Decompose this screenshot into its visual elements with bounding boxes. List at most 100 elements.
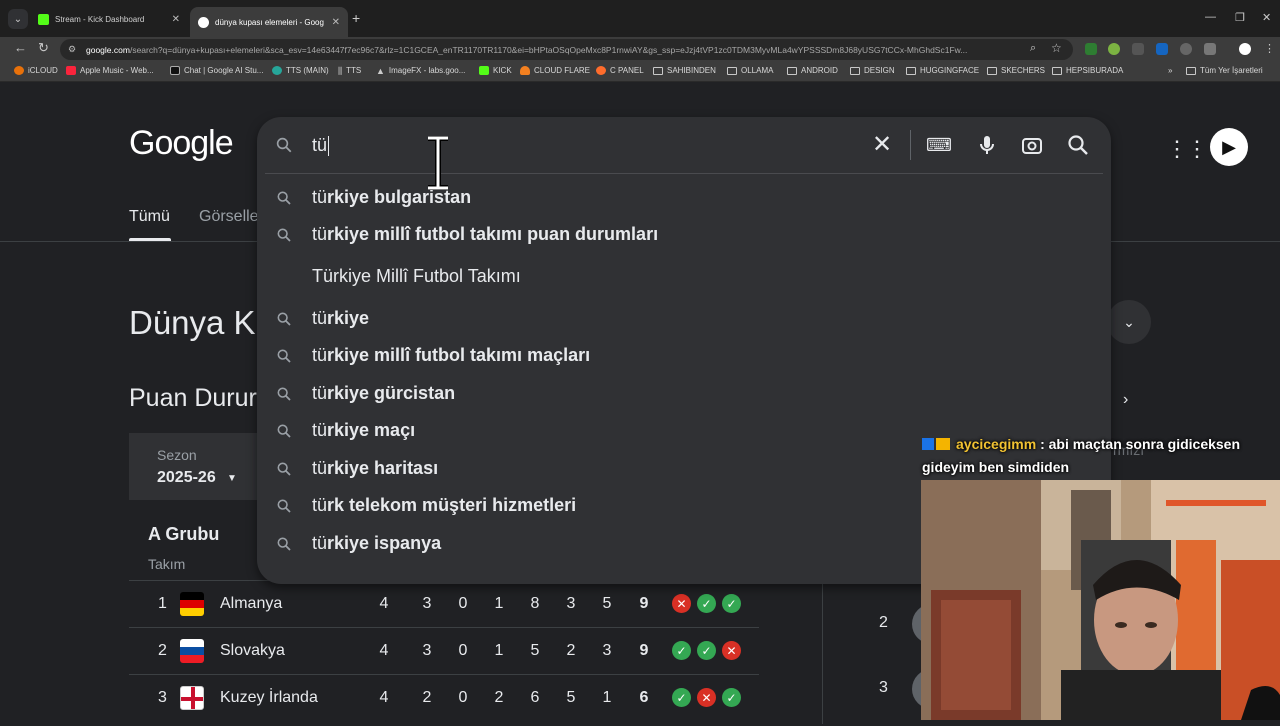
side-rank: 2 [879, 614, 888, 631]
tab-kick-dashboard[interactable]: Stream - Kick Dashboard ✕ [30, 7, 188, 31]
win-icon[interactable]: ✓ [697, 594, 716, 613]
suggestion-item[interactable]: türkiye millî futbol takımı puan durumla… [257, 216, 1111, 253]
bookmark-folder[interactable]: SKECHERS [987, 66, 1045, 75]
win-icon[interactable]: ✓ [697, 641, 716, 660]
suggestion-item[interactable]: türkiye bulgaristan [257, 179, 1111, 216]
table-row[interactable]: 3 Kuzey İrlanda 4 2 0 2 6 5 1 6 ✓ ✕ ✓ [129, 674, 759, 721]
clear-icon[interactable]: ✕ [872, 130, 892, 159]
search-icon [276, 137, 292, 153]
close-tab-icon[interactable]: ✕ [332, 17, 340, 28]
season-selector[interactable]: Sezon 2025-26 ▼ [129, 433, 259, 500]
table-row[interactable]: 2 Slovakya 4 3 0 1 5 2 3 9 ✓ ✓ ✕ [129, 627, 759, 674]
bookmark-folder[interactable]: HEPSIBURADA [1052, 66, 1123, 75]
bookmark-item[interactable]: C PANEL [596, 66, 644, 75]
suggestion-item[interactable]: türkiye gürcistan [257, 375, 1111, 412]
extension-icon[interactable] [1132, 43, 1144, 55]
search-icon [277, 537, 291, 551]
back-icon[interactable]: ← [14, 40, 27, 55]
microphone-icon[interactable] [975, 133, 999, 157]
win-icon[interactable]: ✓ [722, 688, 741, 707]
account-avatar[interactable]: ▶ [1210, 128, 1248, 166]
table-row[interactable]: 1 Almanya 4 3 0 1 8 3 5 9 ✕ ✓ ✓ [129, 580, 759, 627]
suggestion-item[interactable]: türkiye millî futbol takımı maçları [257, 337, 1111, 374]
tab-title: dünya kupası elemeleri - Goog [215, 17, 324, 27]
stat-cell: 0 [458, 642, 468, 659]
extension-icon[interactable] [1180, 43, 1192, 55]
rank: 2 [158, 642, 167, 659]
stat-cell: 2 [422, 689, 432, 706]
loss-icon[interactable]: ✕ [697, 688, 716, 707]
bookmark-item[interactable]: Apple Music - Web... [66, 66, 154, 75]
extensions-puzzle-icon[interactable] [1204, 43, 1216, 55]
url-host: google.com [86, 44, 130, 55]
tab-search-button[interactable]: ⌄ [8, 9, 28, 29]
more-bookmarks-icon[interactable]: » [1168, 66, 1172, 75]
ibeam-cursor-icon [428, 136, 448, 190]
maximize-icon[interactable]: ❐ [1235, 11, 1245, 24]
bookmark-folder[interactable]: ANDROID [787, 66, 838, 75]
chevron-right-icon[interactable]: › [1123, 391, 1128, 409]
tab-all[interactable]: Tümü [129, 208, 170, 226]
bookmark-folder[interactable]: OLLAMA [727, 66, 773, 75]
rank: 3 [158, 689, 167, 706]
zoom-icon[interactable]: ⌕ [1030, 42, 1036, 55]
suggestion-item[interactable]: türkiye [257, 300, 1111, 337]
close-window-icon[interactable]: ✕ [1262, 11, 1271, 24]
url-path: /search?q=dünya+kupası+elemeleri&sca_esv… [129, 44, 968, 55]
bookmark-item[interactable]: Chat | Google AI Stu... [170, 66, 263, 75]
stat-cell: 0 [458, 595, 468, 612]
search-icon [277, 462, 291, 476]
rank: 1 [158, 595, 167, 612]
new-tab-icon[interactable]: + [352, 10, 360, 26]
google-logo[interactable]: Google [129, 124, 234, 163]
bookmark-star-icon[interactable]: ☆ [1051, 41, 1062, 55]
win-icon[interactable]: ✓ [672, 688, 691, 707]
folder-icon [850, 66, 860, 75]
bookmark-item[interactable]: KICK [479, 66, 512, 75]
profile-icon[interactable] [1239, 43, 1251, 55]
bookmark-item[interactable]: TTS (MAIN) [272, 66, 329, 75]
extension-icon[interactable] [1108, 43, 1120, 55]
bookmark-item[interactable]: ▲ ImageFX - labs.goo... [376, 66, 465, 76]
site-info-icon[interactable]: ⚙ [68, 44, 76, 55]
suggestion-entity-item[interactable]: Türkiye Millî Futbol Takımı [257, 258, 1111, 295]
bookmark-item[interactable]: iCLOUD [14, 66, 58, 75]
win-icon[interactable]: ✓ [672, 641, 691, 660]
keyboard-icon[interactable]: ⌨ [926, 133, 952, 157]
tab-title: Stream - Kick Dashboard [55, 14, 145, 24]
stat-cell: 5 [602, 595, 612, 612]
bookmark-item[interactable]: ⫼ TTS [338, 66, 361, 76]
address-bar[interactable]: ⚙ google.com/search?q=dünya+kupası+eleme… [60, 39, 1073, 60]
tab-google-search[interactable]: dünya kupası elemeleri - Goog ✕ [190, 7, 348, 37]
chat-username: aycicegimm [956, 436, 1037, 452]
extension-icon[interactable] [1085, 43, 1097, 55]
team-column-header: Takım [148, 556, 186, 572]
chevron-down-icon[interactable]: ⌄ [1107, 300, 1151, 344]
stat-cell: 6 [530, 689, 540, 706]
win-icon[interactable]: ✓ [722, 594, 741, 613]
menu-dots-icon[interactable]: ⋮ [1264, 42, 1275, 55]
stat-cell: 5 [530, 642, 540, 659]
team-name: Kuzey İrlanda [220, 689, 318, 706]
season-value: 2025-26 [157, 469, 216, 486]
loss-icon[interactable]: ✕ [672, 594, 691, 613]
close-tab-icon[interactable]: ✕ [172, 14, 180, 25]
folder-icon [1052, 66, 1062, 75]
search-submit-icon[interactable] [1066, 133, 1090, 157]
reload-icon[interactable]: ↻ [38, 40, 49, 56]
text-caret [328, 136, 330, 157]
translate-extension-icon[interactable] [1156, 43, 1168, 55]
lens-camera-icon[interactable] [1020, 133, 1044, 157]
bookmark-folder[interactable]: HUGGINGFACE [906, 66, 979, 75]
bookmark-item[interactable]: CLOUD FLARE [520, 66, 590, 75]
search-input[interactable]: tü [312, 135, 330, 157]
search-icon [277, 228, 291, 242]
search-icon [277, 387, 291, 401]
tab-images[interactable]: Görselle [199, 208, 259, 226]
bookmark-folder[interactable]: DESIGN [850, 66, 895, 75]
all-bookmarks[interactable]: Tüm Yer İşaretleri [1186, 66, 1263, 75]
loss-icon[interactable]: ✕ [722, 641, 741, 660]
bookmark-folder[interactable]: SAHIBINDEN [653, 66, 716, 75]
minimize-icon[interactable]: — [1205, 11, 1216, 23]
search-box[interactable]: tü ✕ ⌨ [257, 117, 1111, 173]
